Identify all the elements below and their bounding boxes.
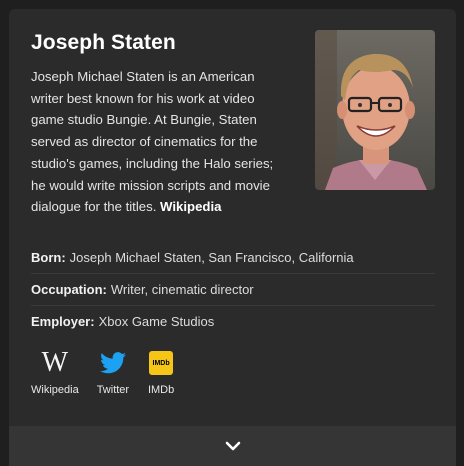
link-label: Twitter: [96, 384, 130, 396]
entity-description: Joseph Michael Staten is an American wri…: [31, 66, 289, 218]
fact-value: Xbox Game Studios: [98, 314, 215, 329]
imdb-link[interactable]: IMDb IMDb: [147, 349, 175, 399]
fact-value: Joseph Michael Staten, San Francisco, Ca…: [69, 250, 354, 265]
knowledge-panel: Joseph Staten Joseph Michael Staten is a…: [9, 9, 456, 466]
wikipedia-icon: W: [41, 347, 69, 378]
wikipedia-link[interactable]: W Wikipedia: [31, 349, 79, 399]
fact-born: Born: Joseph Michael Staten, San Francisc…: [31, 242, 435, 274]
entity-photo[interactable]: [315, 30, 435, 190]
fact-value: Writer, cinematic director: [110, 282, 254, 297]
twitter-icon: [99, 349, 127, 377]
fact-label: Occupation:: [31, 282, 107, 297]
description-text: Joseph Michael Staten is an American wri…: [31, 69, 274, 215]
wikipedia-source-link[interactable]: Wikipedia: [160, 199, 221, 214]
portrait-image: [315, 30, 435, 190]
chevron-down-icon: [225, 441, 240, 451]
twitter-link[interactable]: Twitter: [97, 349, 129, 399]
link-label: IMDb: [147, 384, 175, 396]
fact-label: Employer:: [31, 314, 95, 329]
expand-button[interactable]: [9, 426, 456, 466]
fact-label: Born:: [31, 250, 66, 265]
imdb-icon: IMDb: [147, 349, 175, 377]
profile-links: W Wikipedia Twitter IMDb IMDb: [31, 349, 193, 399]
facts-list: Born: Joseph Michael Staten, San Francisc…: [31, 242, 435, 337]
fact-employer: Employer: Xbox Game Studios: [31, 306, 435, 337]
link-label: Wikipedia: [31, 384, 79, 396]
entity-title: Joseph Staten: [31, 31, 176, 54]
fact-occupation: Occupation: Writer, cinematic director: [31, 274, 435, 306]
